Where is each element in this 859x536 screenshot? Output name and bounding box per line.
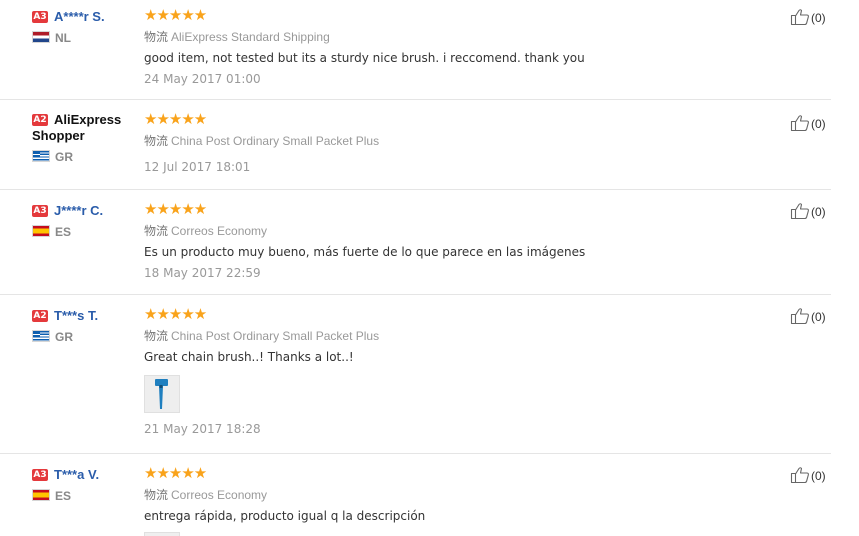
helpful-count: (0) xyxy=(811,469,826,483)
review-date: 21 May 2017 18:28 xyxy=(144,422,261,436)
helpful-count: (0) xyxy=(811,117,826,131)
helpful-button[interactable]: (0) xyxy=(790,114,826,132)
brush-photo xyxy=(145,376,179,412)
shipping-method: 物流 AliExpress Standard Shipping xyxy=(144,29,764,45)
buyer-info: A3 J****r C. ES xyxy=(32,202,140,239)
logistics-label: 物流 xyxy=(144,329,169,343)
review-content: ★★★★★ 物流 Correos Economy Es un producto m… xyxy=(144,202,764,281)
review-item: A2 T***s T. GR ★★★★★ 物流 China Post Ordinar… xyxy=(0,307,831,454)
flag-greece-icon xyxy=(32,330,50,342)
star-rating: ★★★★★ xyxy=(144,305,207,323)
thumbs-up-icon xyxy=(790,9,809,26)
thumbs-up-icon xyxy=(790,308,809,325)
buyer-country: GR xyxy=(32,330,140,344)
shipping-method: 物流 Correos Economy xyxy=(144,487,764,503)
review-date: 24 May 2017 01:00 xyxy=(144,72,261,86)
shipping-name: China Post Ordinary Small Packet Plus xyxy=(171,134,380,148)
helpful-button[interactable]: (0) xyxy=(790,307,826,325)
star-rating: ★★★★★ xyxy=(144,200,207,218)
buyer-name[interactable]: T***s T. xyxy=(54,308,98,323)
shipping-method: 物流 China Post Ordinary Small Packet Plus xyxy=(144,133,764,149)
buyer-name[interactable]: J****r C. xyxy=(54,203,103,218)
buyer-level-badge: A3 xyxy=(32,11,48,23)
buyer-info: A2 AliExpress Shopper GR xyxy=(32,112,140,164)
shipping-method: 物流 China Post Ordinary Small Packet Plus xyxy=(144,328,764,344)
helpful-count: (0) xyxy=(811,205,826,219)
helpful-button[interactable]: (0) xyxy=(790,202,826,220)
review-date: 18 May 2017 22:59 xyxy=(144,266,261,280)
review-content: ★★★★★ 物流 China Post Ordinary Small Packet… xyxy=(144,112,764,175)
country-code: GR xyxy=(55,330,73,344)
thumbs-up-icon xyxy=(790,203,809,220)
shipping-name: AliExpress Standard Shipping xyxy=(171,30,330,44)
logistics-label: 物流 xyxy=(144,224,169,238)
buyer-level-badge: A3 xyxy=(32,205,48,217)
review-content: ★★★★★ 物流 China Post Ordinary Small Packet… xyxy=(144,307,764,437)
feedback-text: Es un producto muy bueno, más fuerte de … xyxy=(144,245,586,259)
logistics-label: 物流 xyxy=(144,488,169,502)
review-item: A3 T***a V. ES ★★★★★ 物流 Correos Economy en… xyxy=(0,466,831,536)
buyer-info: A3 T***a V. ES xyxy=(32,466,140,503)
buyer-country: GR xyxy=(32,150,140,164)
review-photo-thumbnail[interactable] xyxy=(144,375,180,413)
review-photo-thumbnail[interactable] xyxy=(144,532,180,536)
shipping-method: 物流 Correos Economy xyxy=(144,223,764,239)
logistics-label: 物流 xyxy=(144,134,169,148)
country-code: ES xyxy=(55,489,72,503)
flag-netherlands-icon xyxy=(32,31,50,43)
helpful-button[interactable]: (0) xyxy=(790,466,826,484)
buyer-country: ES xyxy=(32,225,140,239)
shipping-name: Correos Economy xyxy=(171,224,268,238)
buyer-level-badge: A2 xyxy=(32,114,48,126)
shipping-name: China Post Ordinary Small Packet Plus xyxy=(171,329,380,343)
buyer-name[interactable]: A****r S. xyxy=(54,9,105,24)
country-code: NL xyxy=(55,31,71,45)
thumbs-up-icon xyxy=(790,115,809,132)
buyer-country: NL xyxy=(32,31,140,45)
star-rating: ★★★★★ xyxy=(144,6,207,24)
buyer-level-badge: A2 xyxy=(32,310,48,322)
review-item: A3 A****r S. NL ★★★★★ 物流 AliExpress Standa… xyxy=(0,8,831,100)
review-content: ★★★★★ 物流 Correos Economy entrega rápida, … xyxy=(144,466,764,536)
buyer-level-badge: A3 xyxy=(32,469,48,481)
feedback-list: A3 A****r S. NL ★★★★★ 物流 AliExpress Standa… xyxy=(0,0,859,536)
country-code: ES xyxy=(55,225,72,239)
buyer-country: ES xyxy=(32,489,140,503)
feedback-text: Great chain brush..! Thanks a lot..! xyxy=(144,350,354,364)
review-item: A2 AliExpress Shopper GR ★★★★★ 物流 China Po… xyxy=(0,112,831,190)
flag-greece-icon xyxy=(32,150,50,162)
star-rating: ★★★★★ xyxy=(144,464,207,482)
logistics-label: 物流 xyxy=(144,30,169,44)
thumbs-up-icon xyxy=(790,467,809,484)
buyer-name[interactable]: T***a V. xyxy=(54,467,99,482)
country-code: GR xyxy=(55,150,73,164)
flag-spain-icon xyxy=(32,225,50,237)
helpful-button[interactable]: (0) xyxy=(790,8,826,26)
buyer-info: A2 T***s T. GR xyxy=(32,307,140,344)
review-content: ★★★★★ 物流 AliExpress Standard Shipping goo… xyxy=(144,8,764,87)
feedback-text: good item, not tested but its a sturdy n… xyxy=(144,51,585,65)
helpful-count: (0) xyxy=(811,11,826,25)
star-rating: ★★★★★ xyxy=(144,110,207,128)
review-item: A3 J****r C. ES ★★★★★ 物流 Correos Economy E… xyxy=(0,202,831,295)
helpful-count: (0) xyxy=(811,310,826,324)
buyer-info: A3 A****r S. NL xyxy=(32,8,140,45)
shipping-name: Correos Economy xyxy=(171,488,268,502)
feedback-text: entrega rápida, producto igual q la desc… xyxy=(144,509,426,523)
flag-spain-icon xyxy=(32,489,50,501)
review-date: 12 Jul 2017 18:01 xyxy=(144,160,251,174)
